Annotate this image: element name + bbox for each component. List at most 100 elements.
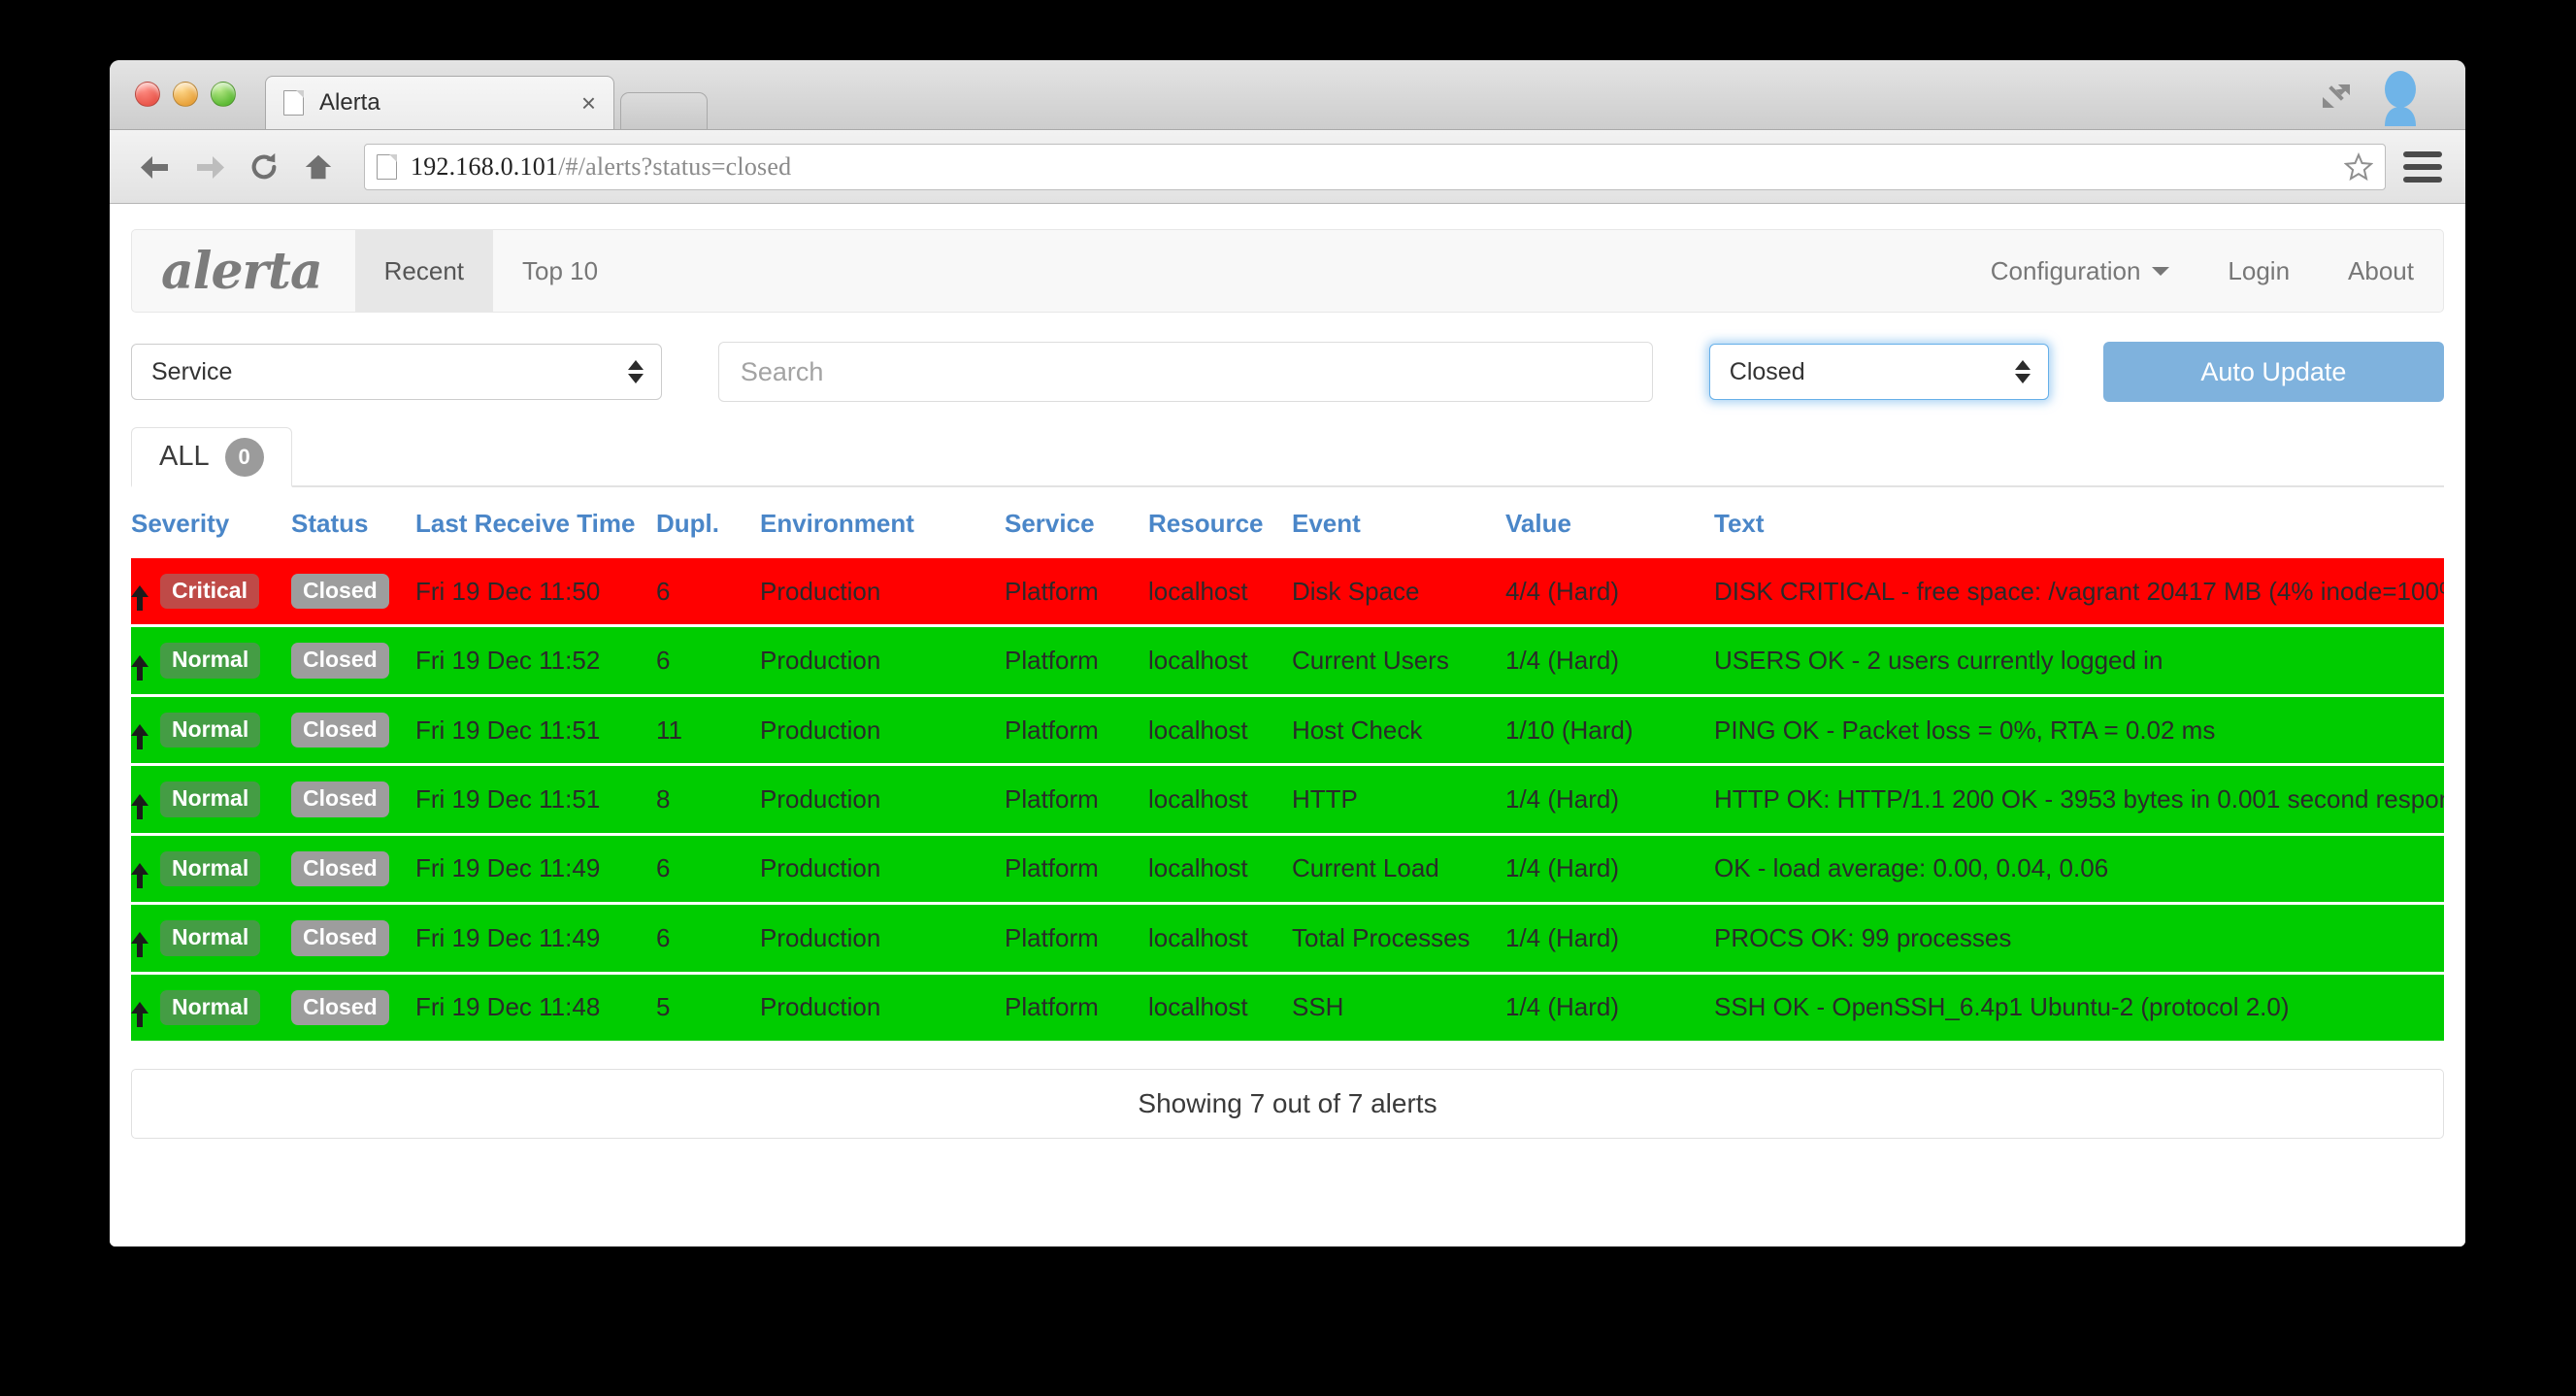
- cell-value: 1/4 (Hard): [1505, 625, 1714, 697]
- brand-logo[interactable]: alerta: [132, 230, 355, 312]
- cell-value: 1/4 (Hard): [1505, 903, 1714, 975]
- cell-environment: Production: [760, 903, 1005, 975]
- column-header-dupl[interactable]: Dupl.: [656, 487, 760, 558]
- bookmark-star-icon[interactable]: [2343, 151, 2374, 182]
- cell-resource: localhost: [1148, 834, 1292, 906]
- cell-service: Platform: [1005, 903, 1148, 975]
- avatar-icon[interactable]: [2374, 70, 2427, 130]
- cell-status: Closed: [291, 695, 415, 767]
- table-row[interactable]: Normal Closed Fri 19 Dec 11:52 6 Production P…: [131, 625, 2444, 697]
- trend-up-icon: [131, 862, 149, 888]
- trend-up-icon: [131, 585, 149, 612]
- maximize-window-button[interactable]: [211, 82, 236, 107]
- status-badge: Closed: [291, 643, 389, 679]
- cell-service: Platform: [1005, 695, 1148, 767]
- cell-text: PING OK - Packet loss = 0%, RTA = 0.02 m…: [1714, 695, 2444, 767]
- status-badge: Closed: [291, 850, 389, 887]
- cell-status: Closed: [291, 764, 415, 836]
- new-tab-button[interactable]: [620, 92, 708, 129]
- nav-tab-recent[interactable]: Recent: [354, 230, 494, 312]
- cell-dupl: 11: [656, 695, 760, 767]
- alert-tabs-row: ALL 0: [131, 427, 2444, 487]
- severity-badge: Normal: [160, 850, 261, 887]
- cell-value: 1/4 (Hard): [1505, 973, 1714, 1045]
- forward-icon[interactable]: [185, 144, 234, 190]
- table-row[interactable]: Critical Closed Fri 19 Dec 11:50 6 Productio…: [131, 558, 2444, 628]
- browser-menu-icon[interactable]: [2401, 148, 2444, 186]
- column-header-event[interactable]: Event: [1292, 487, 1505, 558]
- cell-resource: localhost: [1148, 764, 1292, 836]
- status-select-value: Closed: [1729, 357, 1805, 385]
- alerts-summary-text: Showing 7 out of 7 alerts: [1138, 1088, 1437, 1119]
- fullscreen-icon[interactable]: [2320, 82, 2353, 111]
- alerts-table-header-row: Severity Status Last Receive Time Dupl. …: [131, 487, 2444, 558]
- tab-strip: Alerta ×: [265, 76, 708, 129]
- trend-up-icon: [131, 932, 149, 958]
- column-header-severity[interactable]: Severity: [131, 487, 291, 558]
- filter-row: Service Closed Auto Update: [131, 342, 2444, 402]
- close-window-button[interactable]: [135, 82, 160, 107]
- column-header-last-receive-time[interactable]: Last Receive Time: [415, 487, 656, 558]
- alerts-table-head: Severity Status Last Receive Time Dupl. …: [131, 487, 2444, 558]
- table-row[interactable]: Normal Closed Fri 19 Dec 11:48 5 Production P…: [131, 973, 2444, 1045]
- cell-event: Current Users: [1292, 625, 1505, 697]
- cell-value: 1/4 (Hard): [1505, 764, 1714, 836]
- cell-status: Closed: [291, 903, 415, 975]
- url-host: 192.168.0.101: [411, 151, 559, 181]
- nav-item-about[interactable]: About: [2319, 230, 2443, 312]
- cell-event: Disk Space: [1292, 558, 1505, 628]
- page-info-icon: [377, 153, 397, 180]
- chevron-down-icon: [2152, 266, 2170, 276]
- nav-item-configuration[interactable]: Configuration: [1962, 230, 2199, 312]
- stepper-arrows-icon: [2014, 360, 2031, 383]
- url-bar[interactable]: 192.168.0.101/#/alerts?status=closed: [364, 143, 2386, 190]
- nav-item-configuration-label: Configuration: [1990, 255, 2141, 285]
- home-icon[interactable]: [294, 144, 343, 190]
- cell-dupl: 5: [656, 973, 760, 1045]
- table-row[interactable]: Normal Closed Fri 19 Dec 11:51 8 Production P…: [131, 764, 2444, 836]
- cell-severity: Normal: [131, 834, 291, 906]
- reload-icon[interactable]: [240, 144, 288, 190]
- cell-severity: Normal: [131, 973, 291, 1045]
- browser-window: Alerta × 192.168.0.101/#/alerts?status=c…: [110, 60, 2465, 1246]
- cell-dupl: 6: [656, 903, 760, 975]
- status-badge: Closed: [291, 574, 389, 610]
- browser-tab[interactable]: Alerta ×: [265, 76, 614, 129]
- alerts-table-body: Critical Closed Fri 19 Dec 11:50 6 Productio…: [131, 558, 2444, 1045]
- cell-status: Closed: [291, 558, 415, 628]
- column-header-service[interactable]: Service: [1005, 487, 1148, 558]
- service-select[interactable]: Service: [131, 344, 662, 400]
- cell-service: Platform: [1005, 558, 1148, 628]
- cell-text: HTTP OK: HTTP/1.1 200 OK - 3953 bytes in…: [1714, 764, 2444, 836]
- cell-resource: localhost: [1148, 695, 1292, 767]
- browser-tab-title: Alerta: [319, 89, 380, 116]
- cell-severity: Normal: [131, 764, 291, 836]
- column-header-value[interactable]: Value: [1505, 487, 1714, 558]
- severity-badge: Critical: [160, 574, 259, 610]
- cell-last-receive-time: Fri 19 Dec 11:48: [415, 973, 656, 1045]
- tab-all[interactable]: ALL 0: [131, 427, 292, 487]
- minimize-window-button[interactable]: [173, 82, 198, 107]
- cell-last-receive-time: Fri 19 Dec 11:51: [415, 764, 656, 836]
- nav-item-login[interactable]: Login: [2198, 230, 2319, 312]
- trend-up-icon: [131, 793, 149, 819]
- auto-update-button[interactable]: Auto Update: [2102, 342, 2444, 402]
- column-header-text[interactable]: Text: [1714, 487, 2444, 558]
- table-row[interactable]: Normal Closed Fri 19 Dec 11:49 6 Production P…: [131, 903, 2444, 975]
- table-row[interactable]: Normal Closed Fri 19 Dec 11:51 11 Production…: [131, 695, 2444, 767]
- column-header-environment[interactable]: Environment: [760, 487, 1005, 558]
- cell-event: SSH: [1292, 973, 1505, 1045]
- close-icon[interactable]: ×: [578, 90, 600, 116]
- column-header-status[interactable]: Status: [291, 487, 415, 558]
- nav-tab-top10[interactable]: Top 10: [493, 230, 627, 312]
- back-icon[interactable]: [131, 144, 180, 190]
- table-row[interactable]: Normal Closed Fri 19 Dec 11:49 6 Production P…: [131, 834, 2444, 906]
- status-select[interactable]: Closed: [1708, 344, 2049, 400]
- alerts-summary-panel: Showing 7 out of 7 alerts: [131, 1069, 2444, 1140]
- cell-dupl: 6: [656, 625, 760, 697]
- column-header-resource[interactable]: Resource: [1148, 487, 1292, 558]
- url-text: 192.168.0.101/#/alerts?status=closed: [411, 152, 791, 182]
- cell-event: Host Check: [1292, 695, 1505, 767]
- trend-up-icon: [131, 1001, 149, 1027]
- search-input[interactable]: [717, 342, 1653, 402]
